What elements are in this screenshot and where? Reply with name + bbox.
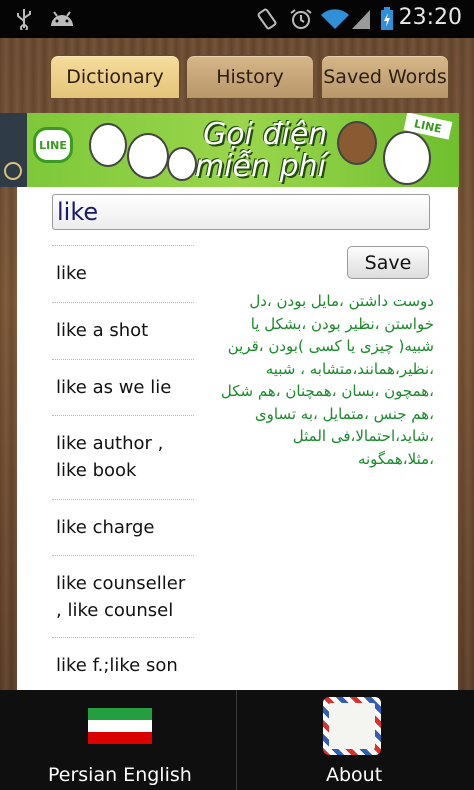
persian-english-label: Persian English <box>48 764 192 786</box>
bunny-character-icon <box>383 131 431 185</box>
tab-history[interactable]: History <box>186 55 314 99</box>
list-item-label: like charge <box>56 517 155 538</box>
bunny-character-icon <box>89 123 127 167</box>
list-item[interactable]: like f.;like son <box>52 637 194 693</box>
translation-line: ،نظیر،همانند،متشابه ، شبیه <box>265 359 434 378</box>
battery-icon <box>381 7 393 30</box>
wifi-icon <box>321 9 349 30</box>
list-item-label: , like counsel <box>56 600 174 621</box>
list-item[interactable]: like <box>52 245 194 302</box>
tab-saved-words[interactable]: Saved Words <box>321 55 449 99</box>
about-label: About <box>326 764 383 786</box>
list-item-label: like a shot <box>56 320 149 341</box>
bunny-character-icon <box>167 147 197 181</box>
list-item-label: like f.;like son <box>56 655 178 676</box>
list-item[interactable]: like as we lie <box>52 359 194 415</box>
tab-dictionary[interactable]: Dictionary <box>50 55 180 99</box>
translation-line: خواستن ،نظیر بودن ،بشکل یا <box>250 314 434 333</box>
list-item[interactable]: like author , like book <box>52 415 194 499</box>
ad-banner[interactable]: LINE Gọi điện miễn phí LINE <box>27 113 459 187</box>
save-button[interactable]: Save <box>347 246 429 279</box>
signal-icon <box>352 10 370 29</box>
list-item-label: like counseller <box>56 573 186 594</box>
search-input[interactable]: like <box>52 194 430 230</box>
translation-line: ،هم جنس ،متمایل ،به تساوی <box>254 404 434 423</box>
list-item-label: like author , <box>56 433 164 454</box>
screen-rotate-icon <box>257 8 277 30</box>
info-icon[interactable] <box>4 162 22 180</box>
list-item[interactable]: like a shot <box>52 302 194 359</box>
bunny-character-icon <box>127 133 169 179</box>
translation-line: ،مثلا،همگونه <box>357 449 434 468</box>
list-item-label: like book <box>56 460 137 481</box>
ad-headline: Gọi điện <box>203 117 328 152</box>
status-clock: 23:20 <box>398 5 462 30</box>
list-item[interactable]: like counseller , like counsel <box>52 555 194 637</box>
translation-line: ،همچون ،بسان ،همچنان ،هم شکل <box>220 382 434 400</box>
ad-subline: miễn phí <box>195 149 326 184</box>
bear-character-icon <box>337 121 377 165</box>
translation-text: دوست داشتن ،مایل بودن ،دل خواستن ،نظیر ب… <box>204 290 434 470</box>
alarm-icon <box>290 9 312 29</box>
envelope-icon <box>323 697 381 755</box>
translation-line: شبیه( چیزی یا کسی )بودن ،قرین <box>227 337 434 355</box>
status-bar: 23:20 <box>0 0 474 38</box>
android-icon <box>51 11 73 26</box>
iran-flag-icon <box>88 708 152 744</box>
list-item-label: like as we lie <box>56 377 172 398</box>
usb-icon <box>17 9 31 30</box>
list-item-label: like <box>56 263 87 284</box>
line-logo-icon: LINE <box>33 127 73 163</box>
translation-line: دوست داشتن ،مایل بودن ،دل <box>249 292 434 310</box>
translation-line: ،شاید،احتمالا،فی المثل <box>292 427 434 445</box>
list-item[interactable]: like charge <box>52 499 194 555</box>
